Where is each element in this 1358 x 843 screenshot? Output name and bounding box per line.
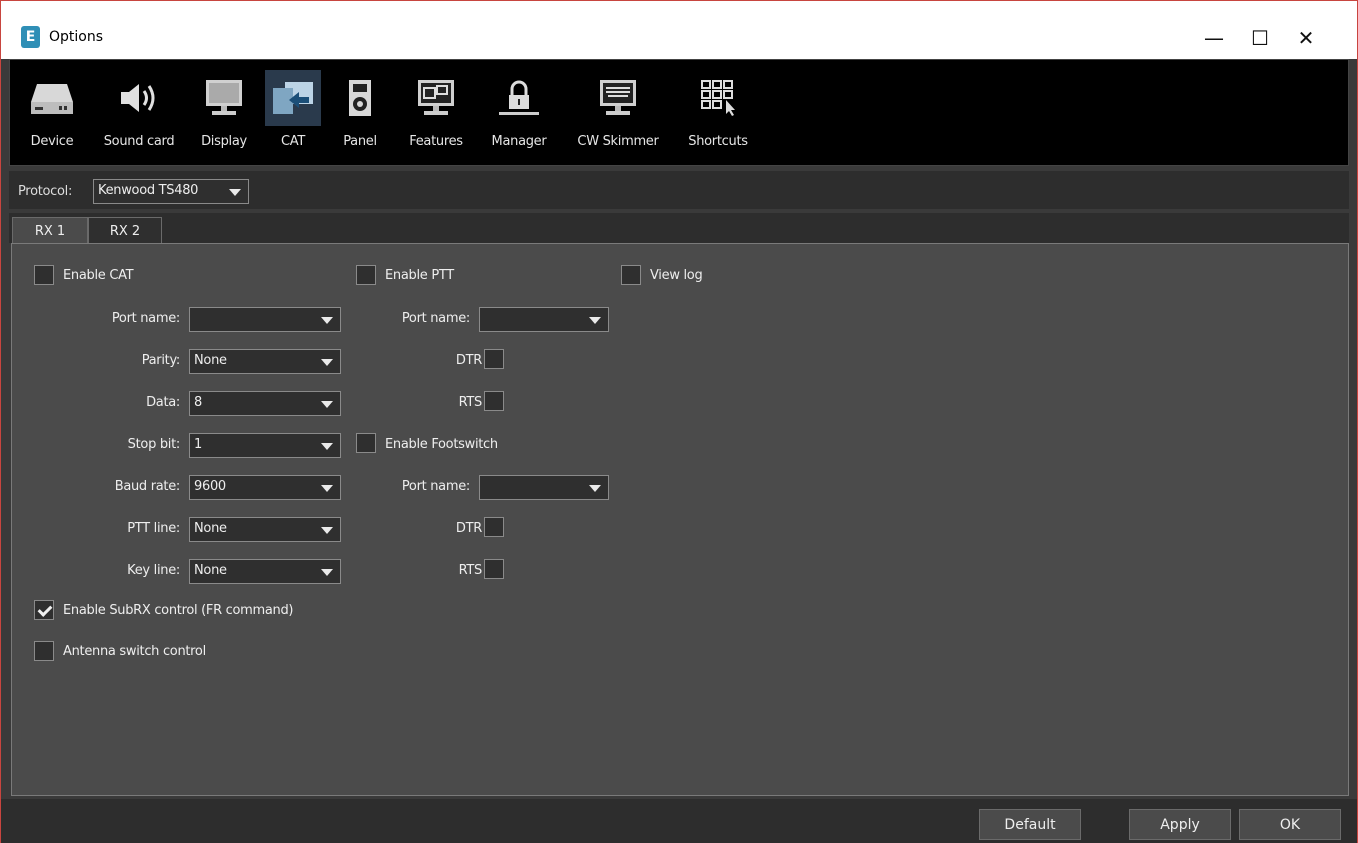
button-bar: Default Apply OK [1, 799, 1357, 843]
minimize-button[interactable]: — [1191, 19, 1237, 57]
cat-port-name-select[interactable] [189, 307, 341, 332]
enable-ptt-checkbox[interactable] [356, 265, 376, 285]
footswitch-port-name-label: Port name: [401, 479, 470, 494]
tab-rx1[interactable]: RX 1 [12, 217, 88, 246]
toolbar-label: Manager [491, 134, 547, 149]
toolbar-item-panel[interactable]: Panel [332, 66, 388, 160]
panel-icon [332, 70, 388, 126]
maximize-icon: ☐ [1251, 26, 1269, 50]
footswitch-dtr-checkbox[interactable] [484, 517, 504, 537]
close-icon: ✕ [1297, 26, 1315, 50]
chevron-down-icon [321, 359, 333, 366]
monitor-icon [196, 70, 252, 126]
chevron-down-icon [589, 485, 601, 492]
toolbar-label: Display [201, 134, 247, 149]
data-bits-label: Data: [146, 395, 180, 410]
footswitch-port-name-select[interactable] [479, 475, 609, 500]
chevron-down-icon [589, 317, 601, 324]
enable-cat-label: Enable CAT [63, 268, 134, 283]
ptt-port-name-label: Port name: [401, 311, 470, 326]
baud-rate-select[interactable]: 9600 [189, 475, 341, 500]
ptt-rts-checkbox[interactable] [484, 391, 504, 411]
enable-subrx-label: Enable SubRX control (FR command) [63, 603, 294, 618]
toolbar-label: CAT [280, 134, 305, 149]
chevron-down-icon [321, 527, 333, 534]
toolbar-label: Panel [343, 134, 377, 149]
ptt-rts-label: RTS [458, 395, 483, 410]
parity-select[interactable]: None [189, 349, 341, 374]
view-log-label: View log [650, 268, 703, 283]
protocol-select[interactable]: Kenwood TS480 [93, 179, 249, 204]
toolbar-item-features[interactable]: Features [398, 66, 474, 160]
footswitch-dtr-label: DTR [455, 521, 482, 536]
protocol-row: Protocol: Kenwood TS480 [9, 171, 1349, 209]
ptt-line-select[interactable]: None [189, 517, 341, 542]
default-button[interactable]: Default [979, 809, 1081, 840]
window-title: Options [49, 29, 104, 45]
toolbar-label: Sound card [103, 134, 175, 149]
view-log-checkbox[interactable] [621, 265, 641, 285]
minimize-icon: — [1204, 26, 1224, 50]
features-icon [408, 70, 464, 126]
chevron-down-icon [321, 569, 333, 576]
toolbar-label: Features [409, 134, 463, 149]
cat-icon [265, 70, 321, 126]
footswitch-rts-checkbox[interactable] [484, 559, 504, 579]
chevron-down-icon [321, 485, 333, 492]
ptt-dtr-checkbox[interactable] [484, 349, 504, 369]
chevron-down-icon [321, 317, 333, 324]
chevron-down-icon [321, 401, 333, 408]
rx1-panel: Enable CAT Port name: Parity: None Data:… [11, 243, 1349, 796]
ptt-dtr-label: DTR [455, 353, 482, 368]
enable-cat-checkbox[interactable] [34, 265, 54, 285]
toolbar-item-manager[interactable]: Manager [484, 66, 554, 160]
protocol-value: Kenwood TS480 [98, 183, 199, 198]
ptt-line-label: PTT line: [127, 521, 180, 536]
stop-bit-label: Stop bit: [127, 437, 181, 452]
tab-rx2[interactable]: RX 2 [88, 217, 162, 246]
ptt-port-name-select[interactable] [479, 307, 609, 332]
options-window: E Options — ☐ ✕ Device Sound card Displa… [0, 0, 1358, 843]
apply-button[interactable]: Apply [1129, 809, 1231, 840]
toolbar-item-shortcuts[interactable]: Shortcuts [678, 66, 758, 160]
enable-footswitch-label: Enable Footswitch [385, 437, 498, 452]
toolbar-label: CW Skimmer [577, 134, 659, 149]
data-bits-select[interactable]: 8 [189, 391, 341, 416]
toolbar-label: Shortcuts [688, 134, 748, 149]
key-line-select[interactable]: None [189, 559, 341, 584]
close-button[interactable]: ✕ [1283, 19, 1329, 57]
toolbar-item-cat[interactable]: CAT [262, 66, 324, 160]
toolbar-item-cw-skimmer[interactable]: CW Skimmer [566, 66, 670, 160]
chevron-down-icon [229, 189, 241, 196]
toolbar-label: Device [30, 134, 74, 149]
rx-tabs: RX 1 RX 2 [9, 213, 1349, 246]
antenna-switch-checkbox[interactable] [34, 641, 54, 661]
app-logo-icon: E [21, 26, 40, 48]
ok-button[interactable]: OK [1239, 809, 1341, 840]
maximize-button[interactable]: ☐ [1237, 19, 1283, 57]
baud-rate-label: Baud rate: [114, 479, 181, 494]
key-line-label: Key line: [127, 563, 180, 578]
keyboard-monitor-icon [590, 70, 646, 126]
antenna-switch-label: Antenna switch control [63, 644, 206, 659]
cat-port-name-label: Port name: [111, 311, 180, 326]
speaker-icon [111, 70, 167, 126]
protocol-label: Protocol: [18, 184, 73, 199]
enable-footswitch-checkbox[interactable] [356, 433, 376, 453]
enable-subrx-checkbox[interactable] [34, 600, 54, 620]
options-toolbar: Device Sound card Display CAT Panel Feat… [9, 59, 1349, 166]
toolbar-item-device[interactable]: Device [18, 66, 86, 160]
shortcuts-icon [690, 70, 746, 126]
enable-ptt-label: Enable PTT [385, 268, 454, 283]
stop-bit-select[interactable]: 1 [189, 433, 341, 458]
footswitch-rts-label: RTS [458, 563, 483, 578]
title-bar[interactable]: E Options — ☐ ✕ [1, 1, 1357, 59]
chevron-down-icon [321, 443, 333, 450]
toolbar-item-display[interactable]: Display [192, 66, 256, 160]
lock-icon [491, 70, 547, 126]
parity-label: Parity: [141, 353, 181, 368]
toolbar-item-sound-card[interactable]: Sound card [92, 66, 186, 160]
device-icon [24, 70, 80, 126]
